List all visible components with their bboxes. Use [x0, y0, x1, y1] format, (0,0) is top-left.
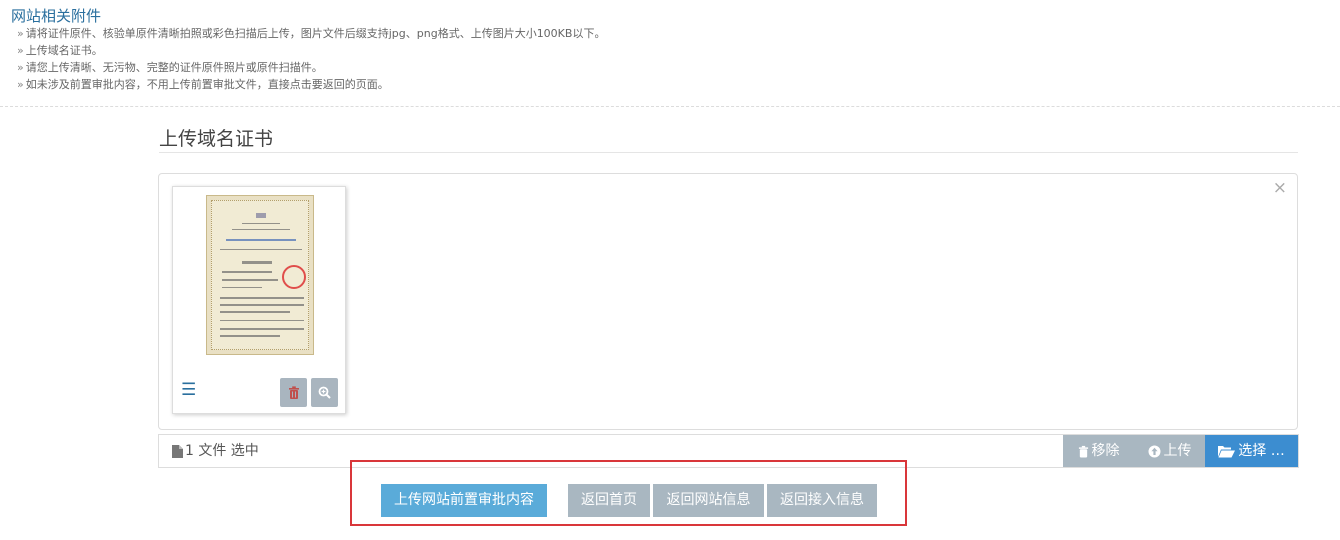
file-count-text: 1 文件 选中 [185, 443, 259, 459]
section-title: 网站相关附件 [11, 7, 102, 25]
select-label: 选择 … [1238, 443, 1285, 459]
upload-button[interactable]: 上传 [1134, 435, 1205, 467]
remove-button[interactable]: 移除 [1063, 435, 1134, 467]
instruction-item: » 请您上传清晰、无污物、完整的证件原件照片或原件扫描件。 [17, 61, 323, 74]
instruction-item: » 如未涉及前置审批内容，不用上传前置审批文件，直接点击要返回的页面。 [17, 78, 389, 91]
certificate-image [206, 195, 314, 355]
back-access-info-button[interactable]: 返回接入信息 [767, 484, 877, 517]
select-file-button[interactable]: 选择 … [1205, 435, 1298, 467]
remove-label: 移除 [1091, 443, 1120, 459]
file-thumbnail: ☰ [172, 186, 346, 414]
bullet-icon: » [17, 61, 24, 74]
back-site-info-button[interactable]: 返回网站信息 [653, 484, 764, 517]
bullet-icon: » [17, 44, 24, 57]
submit-approval-button[interactable]: 上传网站前置审批内容 [381, 484, 547, 517]
file-icon [172, 444, 183, 458]
back-home-button[interactable]: 返回首页 [568, 484, 650, 517]
section-divider [0, 106, 1340, 107]
zoom-in-icon [318, 386, 331, 399]
upload-circle-icon [1148, 445, 1160, 457]
heading-divider [159, 152, 1298, 153]
page: 网站相关附件 » 请将证件原件、核验单原件清晰拍照或彩色扫描后上传，图片文件后缀支… [0, 0, 1340, 540]
menu-icon[interactable]: ☰ [181, 382, 196, 399]
bullet-icon: » [17, 27, 24, 40]
trash-icon [1078, 445, 1088, 457]
trash-icon [288, 386, 299, 399]
instruction-item: » 请将证件原件、核验单原件清晰拍照或彩色扫描后上传，图片文件后缀支持jpg、pn… [17, 27, 606, 40]
instruction-list: » 请将证件原件、核验单原件清晰拍照或彩色扫描后上传，图片文件后缀支持jpg、pn… [17, 25, 605, 93]
bullet-icon: » [17, 78, 24, 91]
upload-label: 上传 [1163, 443, 1192, 459]
folder-open-icon [1218, 445, 1236, 457]
delete-file-button[interactable] [280, 378, 307, 407]
instruction-item: » 上传域名证书。 [17, 44, 103, 57]
file-caption: 1 文件 选中 [172, 435, 259, 467]
upload-heading: 上传域名证书 [159, 128, 274, 150]
close-icon[interactable]: × [1273, 180, 1287, 197]
zoom-file-button[interactable] [311, 378, 338, 407]
file-preview-area: × ☰ [158, 173, 1298, 430]
